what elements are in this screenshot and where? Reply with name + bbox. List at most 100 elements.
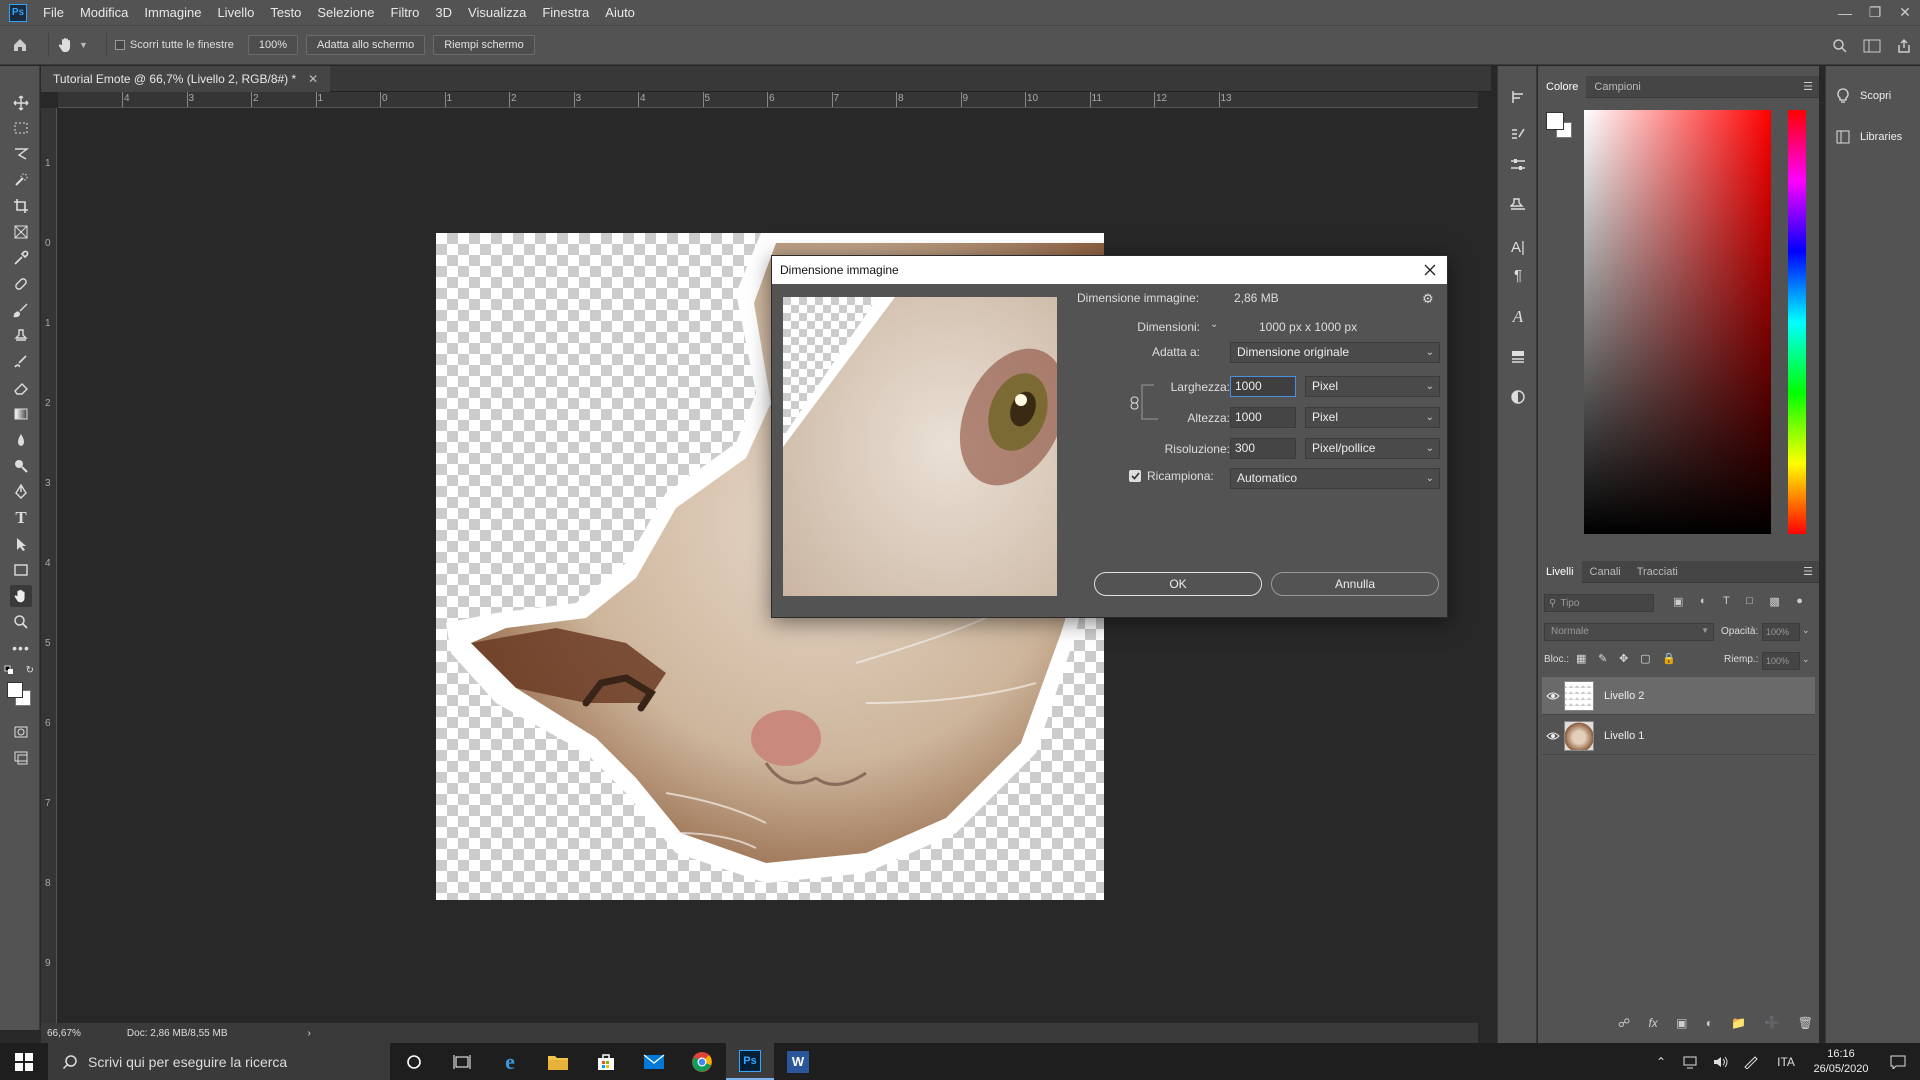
task-view-icon[interactable] — [438, 1043, 486, 1080]
menu-finestra[interactable]: Finestra — [534, 0, 597, 25]
lock-transparency-icon[interactable]: ▦ — [1576, 652, 1586, 666]
eyedropper-tool-icon[interactable] — [10, 247, 32, 269]
opacity-input[interactable]: 100% — [1762, 623, 1800, 641]
menu-immagine[interactable]: Immagine — [136, 0, 209, 25]
link-constrain-icon[interactable] — [1129, 396, 1141, 410]
fit-screen-button[interactable]: Adatta allo schermo — [306, 35, 426, 55]
store-icon[interactable] — [582, 1043, 630, 1080]
fill-input[interactable]: 100% — [1762, 652, 1800, 670]
gear-icon[interactable]: ⚙ — [1422, 291, 1434, 307]
ok-button[interactable]: OK — [1094, 572, 1262, 596]
menu-testo[interactable]: Testo — [262, 0, 309, 25]
paragraph-panel-icon[interactable]: ¶ — [1507, 264, 1529, 286]
start-button[interactable] — [0, 1043, 48, 1080]
rectangle-tool-icon[interactable] — [10, 559, 32, 581]
restore-button[interactable]: ❐ — [1860, 0, 1890, 25]
search-icon[interactable] — [1824, 38, 1856, 54]
foreground-color-chip[interactable] — [1546, 112, 1564, 130]
lock-artboard-icon[interactable]: ▢ — [1640, 652, 1650, 666]
marquee-tool-icon[interactable] — [10, 117, 32, 139]
adjustment-filter-icon[interactable]: ◐ — [1700, 595, 1707, 611]
layer-name[interactable]: Livello 1 — [1604, 730, 1644, 742]
crop-tool-icon[interactable] — [10, 195, 32, 217]
glyphs-panel-icon[interactable]: A — [1507, 306, 1529, 328]
discover-button[interactable]: Scopri — [1836, 88, 1891, 104]
zoom-tool-icon[interactable] — [10, 611, 32, 633]
fill-screen-button[interactable]: Riempi schermo — [433, 35, 535, 55]
move-tool-icon[interactable] — [10, 92, 32, 114]
tab-tracciati[interactable]: Tracciati — [1629, 561, 1686, 583]
layer-filter-search[interactable]: ⚲ Tipo — [1544, 594, 1654, 612]
frame-tool-icon[interactable] — [10, 221, 32, 243]
resolution-unit-select[interactable]: Pixel/pollice ⌄ — [1305, 438, 1440, 459]
tab-livelli[interactable]: Livelli — [1538, 560, 1582, 583]
visibility-eye-icon[interactable] — [1542, 691, 1564, 701]
character-panel-icon[interactable]: A| — [1507, 236, 1529, 258]
image-filter-icon[interactable]: ▣ — [1673, 595, 1683, 611]
dimensions-chevron-icon[interactable]: ⌄ — [1210, 319, 1218, 330]
color-field-picker[interactable] — [1584, 110, 1771, 534]
height-input[interactable]: 1000 — [1230, 407, 1296, 428]
menu-aiuto[interactable]: Aiuto — [597, 0, 643, 25]
lock-pixels-icon[interactable]: ✎ — [1598, 652, 1607, 666]
swap-colors-icon[interactable]: ↻ — [4, 663, 34, 677]
workspace-icon[interactable] — [1856, 39, 1888, 53]
file-explorer-icon[interactable] — [534, 1043, 582, 1080]
brush-tool-icon[interactable] — [10, 299, 32, 321]
scroll-all-windows-checkbox[interactable]: Scorri tutte le finestre — [114, 39, 234, 51]
screen-mode-icon[interactable] — [10, 747, 32, 769]
resolution-input[interactable]: 300 — [1230, 438, 1296, 459]
delete-layer-icon[interactable]: 🗑 — [1798, 1016, 1813, 1034]
path-selection-tool-icon[interactable] — [10, 533, 32, 555]
history-brush-tool-icon[interactable] — [10, 351, 32, 373]
home-icon[interactable] — [0, 37, 40, 53]
lock-all-icon[interactable]: 🔒 — [1662, 652, 1676, 666]
cancel-button[interactable]: Annulla — [1271, 572, 1439, 596]
fill-chevron-icon[interactable]: ⌄ — [1802, 654, 1810, 665]
fit-to-select[interactable]: Dimensione originale ⌄ — [1230, 342, 1440, 363]
zoom-readout[interactable]: 66,67% — [47, 1028, 81, 1039]
close-tab-icon[interactable]: ✕ — [308, 72, 318, 86]
adjustments-panel-icon[interactable] — [1507, 386, 1529, 408]
type-filter-icon[interactable]: T — [1723, 595, 1730, 611]
hue-slider[interactable] — [1788, 110, 1806, 534]
eraser-tool-icon[interactable] — [10, 377, 32, 399]
pen-workspace-icon[interactable] — [1736, 1055, 1766, 1069]
menu-filtro[interactable]: Filtro — [383, 0, 428, 25]
document-tab[interactable]: Tutorial Emote @ 66,7% (Livello 2, RGB/8… — [41, 66, 331, 92]
layer-name[interactable]: Livello 2 — [1604, 690, 1644, 702]
quick-selection-tool-icon[interactable] — [10, 169, 32, 191]
horizontal-ruler[interactable]: 4 3 2 1 0 1 2 3 4 5 6 7 8 9 10 11 12 13 — [58, 92, 1478, 108]
dodge-tool-icon[interactable] — [10, 455, 32, 477]
close-window-button[interactable]: ✕ — [1890, 0, 1920, 25]
edge-browser-icon[interactable]: e — [486, 1043, 534, 1080]
vertical-ruler[interactable]: 1 0 1 2 3 4 5 6 7 8 9 — [41, 108, 57, 1023]
tab-colore[interactable]: Colore — [1538, 75, 1587, 98]
layer-fx-icon[interactable]: fx — [1648, 1016, 1657, 1034]
photoshop-taskbar-icon[interactable]: Ps — [726, 1043, 774, 1080]
layer-row[interactable]: Livello 1 — [1542, 717, 1815, 755]
link-layers-icon[interactable]: ☍ — [1618, 1016, 1630, 1034]
resample-select[interactable]: Automatico ⌄ — [1230, 468, 1440, 489]
tab-canali[interactable]: Canali — [1582, 561, 1629, 583]
blur-tool-icon[interactable] — [10, 429, 32, 451]
visibility-eye-icon[interactable] — [1542, 731, 1564, 741]
image-preview[interactable] — [783, 297, 1057, 596]
shape-filter-icon[interactable]: □ — [1746, 595, 1753, 611]
menu-selezione[interactable]: Selezione — [309, 0, 382, 25]
lasso-tool-icon[interactable] — [10, 143, 32, 165]
show-hidden-icons-icon[interactable]: ⌃ — [1646, 1055, 1676, 1069]
new-layer-icon[interactable]: ➕ — [1764, 1016, 1779, 1034]
brush-settings-icon[interactable] — [1507, 124, 1529, 146]
resample-checkbox[interactable] — [1129, 470, 1141, 482]
menu-file[interactable]: File — [35, 0, 72, 25]
tab-campioni[interactable]: Campioni — [1586, 76, 1648, 98]
clone-source-icon[interactable] — [1507, 194, 1529, 216]
cortana-icon[interactable] — [390, 1043, 438, 1080]
menu-modifica[interactable]: Modifica — [72, 0, 136, 25]
menu-3d[interactable]: 3D — [427, 0, 460, 25]
zoom-100-button[interactable]: 100% — [247, 35, 298, 55]
color-swatches[interactable] — [7, 682, 31, 706]
width-input[interactable]: 1000 — [1230, 376, 1296, 397]
quick-mask-icon[interactable] — [10, 721, 32, 743]
